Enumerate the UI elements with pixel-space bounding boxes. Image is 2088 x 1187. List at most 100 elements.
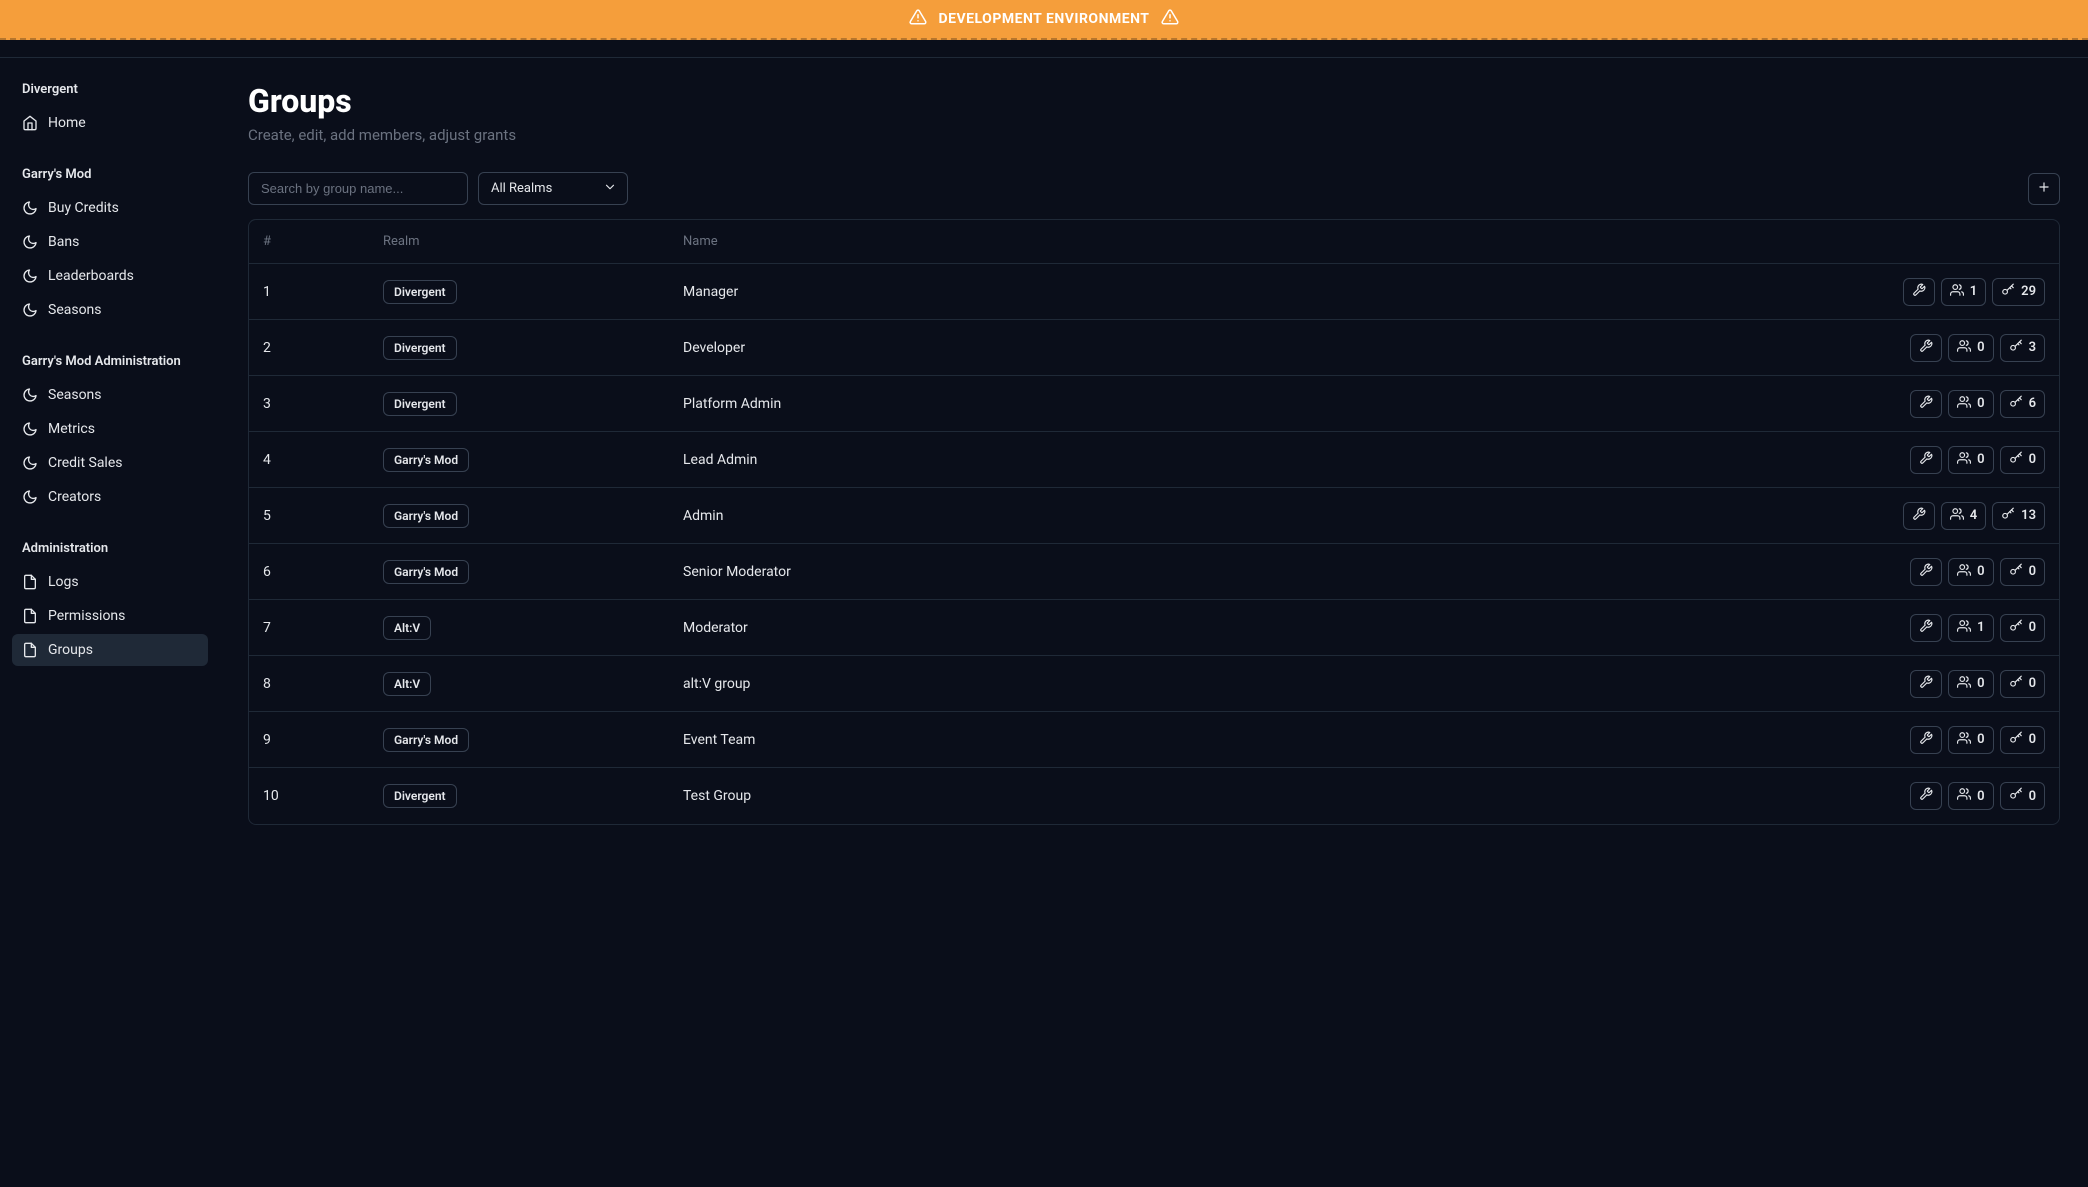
grants-button[interactable]: 29 xyxy=(1992,278,2045,306)
grants-count: 0 xyxy=(2029,564,2036,579)
sidebar-item-groups[interactable]: Groups xyxy=(12,634,208,666)
moon-icon xyxy=(22,421,38,437)
sidebar-item-bans[interactable]: Bans xyxy=(12,226,208,258)
users-icon xyxy=(1957,563,1971,581)
grants-count: 0 xyxy=(2029,732,2036,747)
table-row[interactable]: 1DivergentManager129 xyxy=(249,264,2059,320)
table-row[interactable]: 10DivergentTest Group00 xyxy=(249,768,2059,824)
sidebar-item-label: Leaderboards xyxy=(48,268,134,284)
edit-button[interactable] xyxy=(1910,558,1942,586)
grants-button[interactable]: 13 xyxy=(1992,502,2045,530)
members-button[interactable]: 1 xyxy=(1941,278,1986,306)
members-count: 0 xyxy=(1977,396,1984,411)
table-row[interactable]: 6Garry's ModSenior Moderator00 xyxy=(249,544,2059,600)
grants-button[interactable]: 0 xyxy=(2000,670,2045,698)
search-input[interactable] xyxy=(248,172,468,205)
sidebar-item-seasons[interactable]: Seasons xyxy=(12,294,208,326)
members-count: 0 xyxy=(1977,564,1984,579)
wrench-icon xyxy=(1919,339,1933,357)
members-button[interactable]: 0 xyxy=(1948,670,1993,698)
grants-button[interactable]: 3 xyxy=(2000,334,2045,362)
groups-table: # Realm Name 1DivergentManager1292Diverg… xyxy=(248,219,2060,825)
realm-badge: Garry's Mod xyxy=(383,728,469,752)
dev-environment-banner: DEVELOPMENT ENVIRONMENT xyxy=(0,0,2088,40)
sidebar-item-label: Seasons xyxy=(48,302,102,318)
realm-badge: Divergent xyxy=(383,336,457,360)
chevron-down-icon xyxy=(603,180,617,198)
row-number: 10 xyxy=(263,788,373,804)
table-row[interactable]: 2DivergentDeveloper03 xyxy=(249,320,2059,376)
grants-button[interactable]: 0 xyxy=(2000,446,2045,474)
edit-button[interactable] xyxy=(1910,334,1942,362)
banner-text: DEVELOPMENT ENVIRONMENT xyxy=(939,11,1150,27)
users-icon xyxy=(1957,675,1971,693)
file-icon xyxy=(22,642,38,658)
edit-button[interactable] xyxy=(1903,278,1935,306)
col-header-realm: Realm xyxy=(383,234,673,249)
edit-button[interactable] xyxy=(1903,502,1935,530)
edit-button[interactable] xyxy=(1910,446,1942,474)
members-button[interactable]: 0 xyxy=(1948,782,1993,810)
group-name: Event Team xyxy=(683,732,1900,748)
members-button[interactable]: 1 xyxy=(1948,614,1993,642)
row-number: 2 xyxy=(263,340,373,356)
users-icon xyxy=(1957,731,1971,749)
table-row[interactable]: 3DivergentPlatform Admin06 xyxy=(249,376,2059,432)
group-name: Senior Moderator xyxy=(683,564,1900,580)
table-row[interactable]: 8Alt:Valt:V group00 xyxy=(249,656,2059,712)
members-button[interactable]: 4 xyxy=(1941,502,1986,530)
realm-badge: Alt:V xyxy=(383,672,431,696)
moon-icon xyxy=(22,387,38,403)
group-name: Test Group xyxy=(683,788,1900,804)
members-button[interactable]: 0 xyxy=(1948,446,1993,474)
edit-button[interactable] xyxy=(1910,670,1942,698)
sidebar-item-credit-sales[interactable]: Credit Sales xyxy=(12,447,208,479)
page-subtitle: Create, edit, add members, adjust grants xyxy=(248,126,2060,144)
members-button[interactable]: 0 xyxy=(1948,558,1993,586)
sidebar-item-permissions[interactable]: Permissions xyxy=(12,600,208,632)
sidebar-item-creators[interactable]: Creators xyxy=(12,481,208,513)
file-icon xyxy=(22,574,38,590)
edit-button[interactable] xyxy=(1910,390,1942,418)
table-row[interactable]: 4Garry's ModLead Admin00 xyxy=(249,432,2059,488)
grants-button[interactable]: 6 xyxy=(2000,390,2045,418)
key-icon xyxy=(2001,507,2015,525)
grants-button[interactable]: 0 xyxy=(2000,726,2045,754)
table-row[interactable]: 9 Garry's Mod Event Team 0 0 xyxy=(249,712,2059,768)
table-header: # Realm Name xyxy=(249,220,2059,264)
sidebar-item-leaderboards[interactable]: Leaderboards xyxy=(12,260,208,292)
sidebar-item-metrics[interactable]: Metrics xyxy=(12,413,208,445)
sidebar-item-label: Credit Sales xyxy=(48,455,122,471)
members-button[interactable]: 0 xyxy=(1948,726,1993,754)
sidebar-item-label: Metrics xyxy=(48,421,95,437)
grants-button[interactable]: 0 xyxy=(2000,782,2045,810)
realm-select[interactable]: All Realms xyxy=(478,172,628,205)
edit-button[interactable] xyxy=(1910,726,1942,754)
row-number: 9 xyxy=(263,732,373,748)
edit-button[interactable] xyxy=(1910,614,1942,642)
table-row[interactable]: 7Alt:VModerator10 xyxy=(249,600,2059,656)
wrench-icon xyxy=(1919,787,1933,805)
key-icon xyxy=(2009,619,2023,637)
edit-button[interactable] xyxy=(1910,782,1942,810)
sidebar-item-logs[interactable]: Logs xyxy=(12,566,208,598)
page-title: Groups xyxy=(248,82,2060,120)
table-row[interactable]: 5Garry's ModAdmin413 xyxy=(249,488,2059,544)
row-number: 1 xyxy=(263,284,373,300)
sidebar-item-home[interactable]: Home xyxy=(12,107,208,139)
grants-button[interactable]: 0 xyxy=(2000,614,2045,642)
users-icon xyxy=(1950,507,1964,525)
row-number: 6 xyxy=(263,564,373,580)
add-group-button[interactable] xyxy=(2028,173,2060,205)
sidebar-item-buy-credits[interactable]: Buy Credits xyxy=(12,192,208,224)
col-header-num: # xyxy=(263,234,373,249)
grants-count: 29 xyxy=(2021,284,2036,299)
grants-button[interactable]: 0 xyxy=(2000,558,2045,586)
grants-count: 3 xyxy=(2029,340,2036,355)
sidebar-heading: Garry's Mod Administration xyxy=(12,348,208,375)
members-button[interactable]: 0 xyxy=(1948,390,1993,418)
members-button[interactable]: 0 xyxy=(1948,334,1993,362)
users-icon xyxy=(1957,339,1971,357)
sidebar-item-seasons[interactable]: Seasons xyxy=(12,379,208,411)
main-content: Groups Create, edit, add members, adjust… xyxy=(220,58,2088,849)
